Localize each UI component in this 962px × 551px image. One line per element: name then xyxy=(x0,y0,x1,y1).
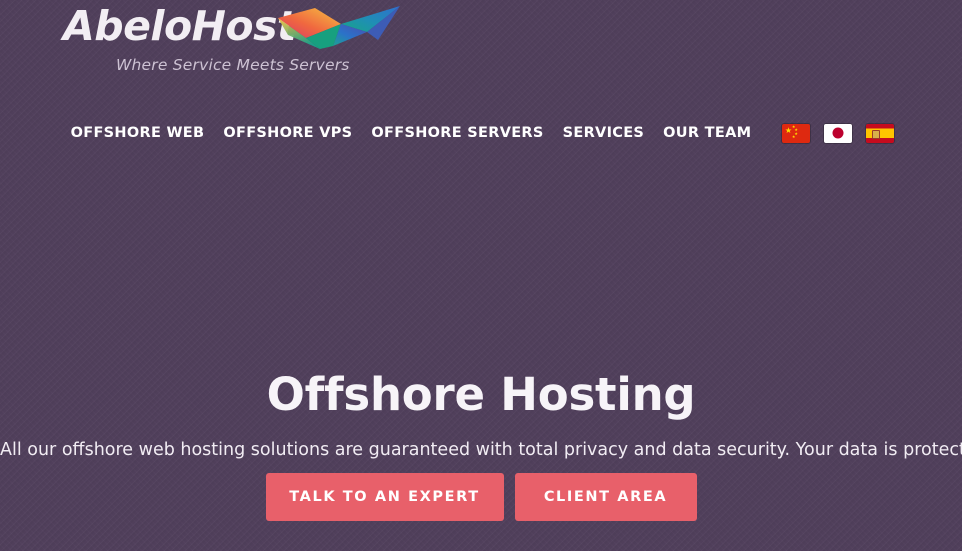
china-flag-icon[interactable]: ★ ★ ★ ★ ★ xyxy=(781,123,810,143)
japan-flag-sun xyxy=(832,127,844,139)
hero-cta-row: TALK TO AN EXPERT CLIENT AREA xyxy=(0,473,962,521)
nav-item-offshore-vps[interactable]: OFFSHORE VPS xyxy=(223,125,352,141)
page-background: AbeloHost Where Service Meets Servers OF… xyxy=(0,0,962,551)
logo-tagline: Where Service Meets Servers xyxy=(116,56,350,74)
page-title: Offshore Hosting xyxy=(266,368,696,422)
spain-flag-icon[interactable] xyxy=(865,123,894,143)
nav-item-offshore-servers[interactable]: OFFSHORE SERVERS xyxy=(371,125,543,141)
nav-item-services[interactable]: SERVICES xyxy=(563,125,645,141)
language-flag-switcher: ★ ★ ★ ★ ★ xyxy=(775,123,901,143)
client-area-button[interactable]: CLIENT AREA xyxy=(514,473,697,521)
china-flag-small-star: ★ xyxy=(791,133,796,139)
japan-flag-icon[interactable] xyxy=(823,123,852,143)
talk-to-an-expert-button[interactable]: TALK TO AN EXPERT xyxy=(265,473,504,521)
site-logo[interactable]: AbeloHost Where Service Meets Servers xyxy=(63,2,400,82)
abelohost-butterfly-mark-icon xyxy=(268,4,410,60)
logo-wordmark: AbeloHost xyxy=(63,2,297,50)
spain-flag-crest xyxy=(871,129,880,139)
main-navigation: OFFSHORE WEB OFFSHORE VPS OFFSHORE SERVE… xyxy=(0,118,962,148)
hero-subtitle: All our offshore web hosting solutions a… xyxy=(0,439,962,460)
nav-item-our-team[interactable]: OUR TEAM xyxy=(663,125,751,141)
nav-item-offshore-web[interactable]: OFFSHORE WEB xyxy=(71,125,205,141)
